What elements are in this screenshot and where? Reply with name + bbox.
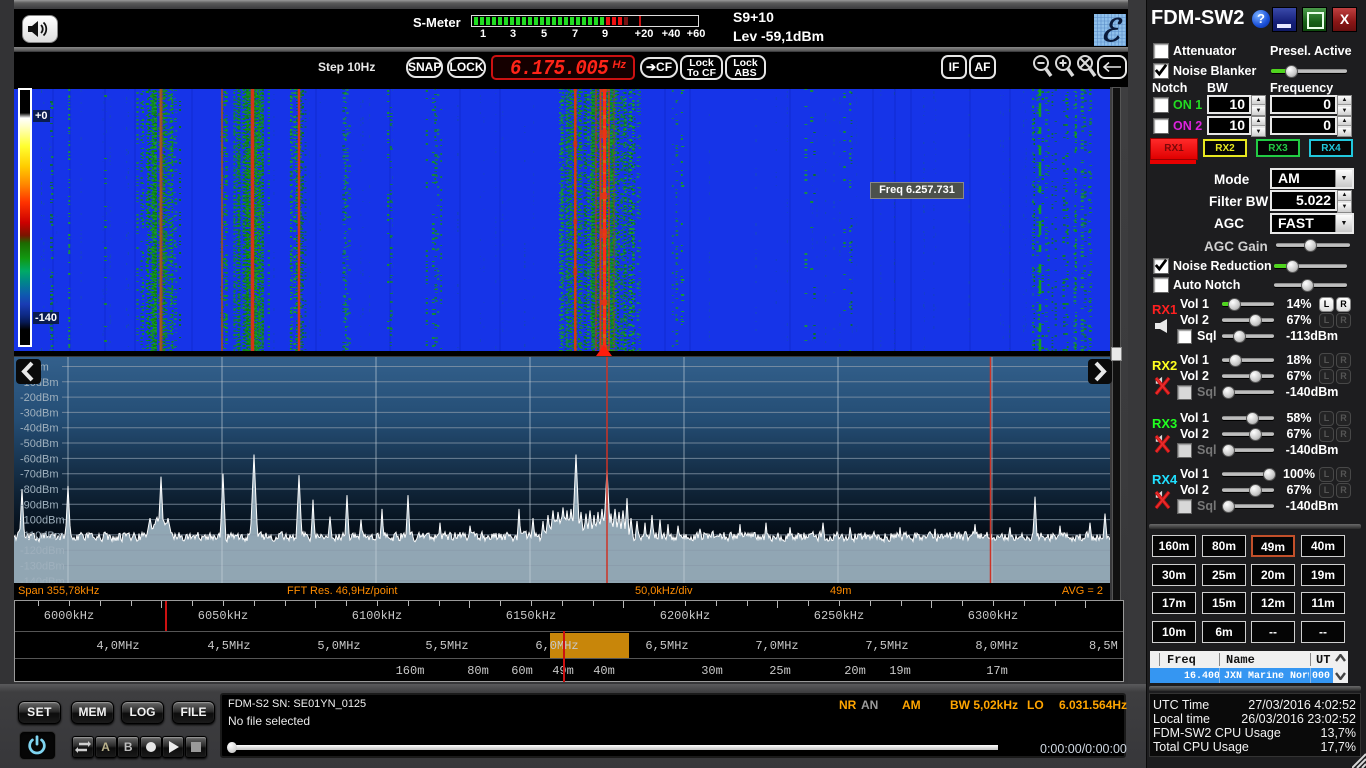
svg-text:ℰ: ℰ — [1101, 14, 1124, 46]
svg-text:-50dBm: -50dBm — [20, 438, 59, 450]
svg-text:-100dBm: -100dBm — [20, 515, 65, 527]
svg-text:-80dBm: -80dBm — [20, 484, 59, 496]
svg-text:-70dBm: -70dBm — [20, 469, 59, 481]
svg-text:-120dBm: -120dBm — [20, 545, 65, 557]
svg-text:-20dBm: -20dBm — [20, 392, 59, 404]
svg-text:-140dBm: -140dBm — [20, 576, 65, 583]
svg-text:-30dBm: -30dBm — [20, 407, 59, 419]
svg-text:-90dBm: -90dBm — [20, 499, 59, 511]
svg-text:-130dBm: -130dBm — [20, 561, 65, 573]
svg-text:-40dBm: -40dBm — [20, 423, 59, 435]
svg-text:-60dBm: -60dBm — [20, 453, 59, 465]
svg-text:-110dBm: -110dBm — [20, 530, 64, 542]
